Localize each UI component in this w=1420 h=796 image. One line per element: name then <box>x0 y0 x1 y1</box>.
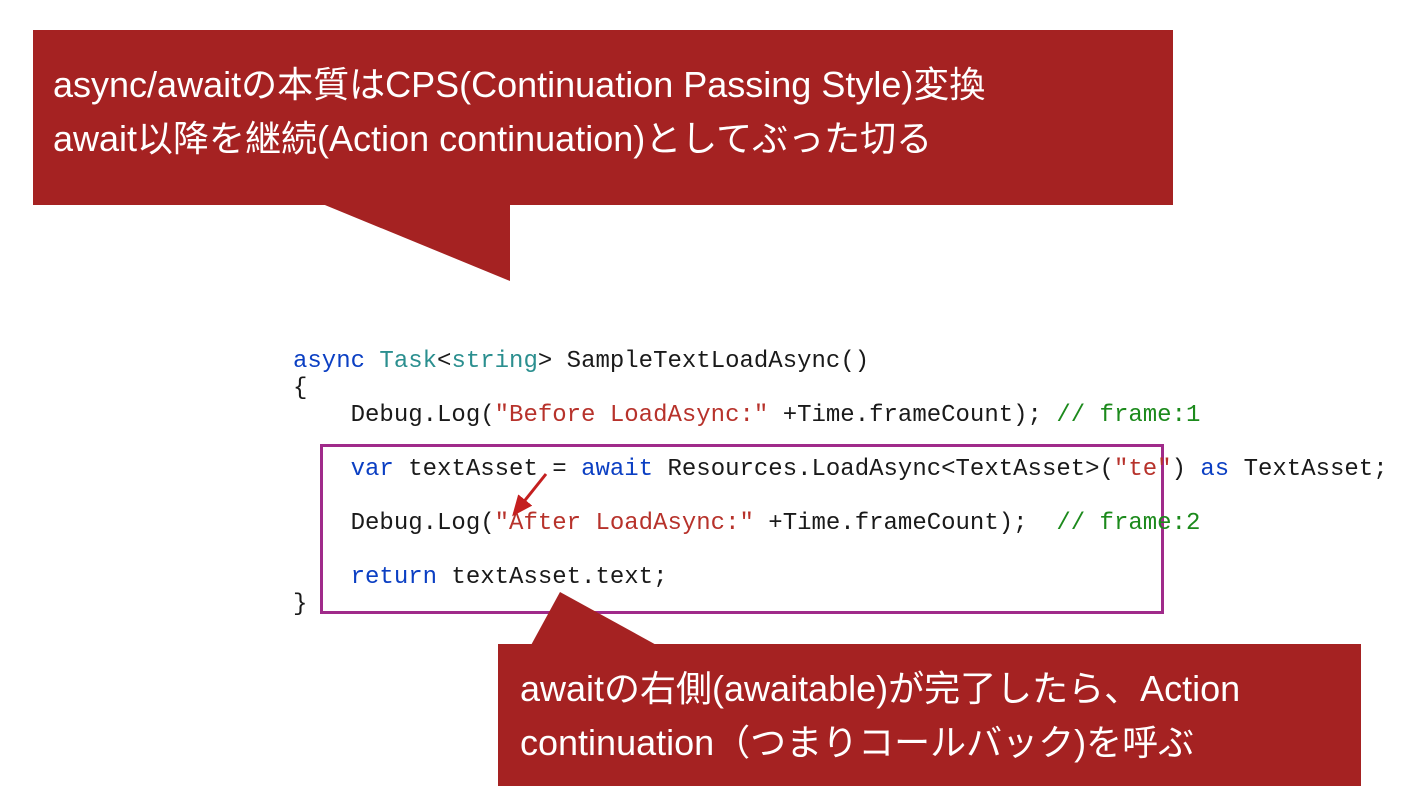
indent <box>293 510 351 537</box>
load-call-a: Resources.LoadAsync<TextAsset>( <box>653 456 1114 483</box>
log-before-cmt: // frame:1 <box>1056 402 1200 429</box>
callout-bottom-line1: awaitの右側(awaitable)が完了したら、Action <box>520 662 1341 716</box>
log-after-cmt: // frame:2 <box>1056 510 1200 537</box>
log-before-str: "Before LoadAsync:" <box>495 402 769 429</box>
log-after-b: +Time.frameCount); <box>754 510 1056 537</box>
type-string: string <box>451 348 537 375</box>
indent <box>293 402 351 429</box>
kw-var: var <box>351 456 394 483</box>
return-expr: textAsset.text; <box>437 564 667 591</box>
brace-close: } <box>293 591 307 618</box>
code-block: async Task<string> SampleTextLoadAsync()… <box>293 348 1388 618</box>
callout-bottom: awaitの右側(awaitable)が完了したら、Action continu… <box>498 644 1361 786</box>
sig-rest: SampleTextLoadAsync() <box>552 348 869 375</box>
callout-top: async/awaitの本質はCPS(Continuation Passing … <box>33 30 1173 205</box>
slide: async/awaitの本質はCPS(Continuation Passing … <box>0 0 1420 796</box>
log-before-a: Debug.Log( <box>351 402 495 429</box>
kw-async: async <box>293 348 365 375</box>
indent <box>293 564 351 591</box>
callout-bottom-line2: continuation（つまりコールバック)を呼ぶ <box>520 716 1341 770</box>
arrow-icon <box>506 472 554 527</box>
callout-bottom-pointer-icon <box>530 592 660 652</box>
load-call-b: ) <box>1172 456 1201 483</box>
angle-lt: < <box>437 348 451 375</box>
angle-gt: > <box>538 348 552 375</box>
kw-await: await <box>581 456 653 483</box>
as-type: TextAsset; <box>1229 456 1387 483</box>
callout-top-line2: await以降を継続(Action continuation)としてぶった切る <box>53 112 1153 166</box>
load-call-str: "te" <box>1114 456 1172 483</box>
indent <box>293 456 351 483</box>
brace-open: { <box>293 375 307 402</box>
type-task: Task <box>379 348 437 375</box>
kw-return: return <box>351 564 437 591</box>
callout-top-line1: async/awaitの本質はCPS(Continuation Passing … <box>53 58 1153 112</box>
kw-as: as <box>1200 456 1229 483</box>
log-before-b: +Time.frameCount); <box>768 402 1056 429</box>
log-after-a: Debug.Log( <box>351 510 495 537</box>
